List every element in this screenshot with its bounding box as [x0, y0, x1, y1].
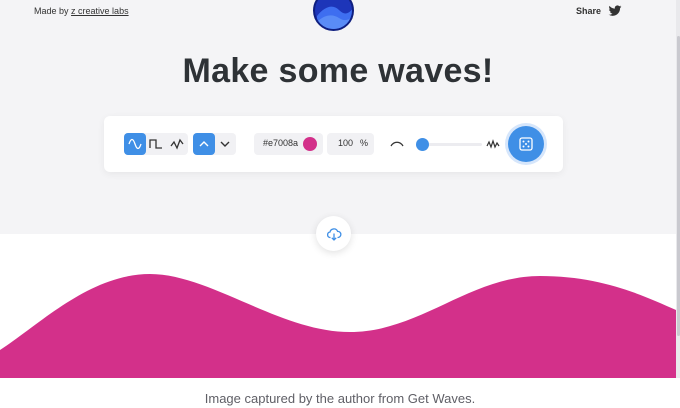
- wave-toolbar: #e7008a 100 %: [104, 116, 563, 172]
- opacity-unit: %: [360, 138, 369, 148]
- download-button[interactable]: [316, 216, 351, 251]
- color-hex-value: #e7008a: [263, 138, 299, 148]
- opacity-input[interactable]: 100 %: [327, 133, 374, 155]
- chevron-down-icon: [220, 141, 230, 147]
- wave-logo-icon: [317, 6, 352, 29]
- hero-section: Made by z creative labs Share Make some …: [0, 0, 676, 234]
- color-picker[interactable]: #e7008a: [254, 133, 323, 155]
- logo[interactable]: [313, 0, 354, 31]
- smooth-wave-icon: [390, 141, 404, 147]
- wave-shape: [0, 274, 676, 378]
- page: Made by z creative labs Share Make some …: [0, 0, 680, 408]
- sine-wave-icon: [128, 138, 142, 150]
- chevron-up-icon: [199, 141, 209, 147]
- wave-preview: [0, 274, 676, 378]
- square-wave-icon: [149, 139, 162, 149]
- twitter-icon[interactable]: [608, 4, 622, 18]
- wave-type-square-button[interactable]: [145, 133, 167, 155]
- direction-up-button[interactable]: [193, 133, 215, 155]
- complex-wave-icon: [486, 139, 500, 149]
- share-label[interactable]: Share: [576, 6, 601, 16]
- wave-type-triangle-button[interactable]: [166, 133, 188, 155]
- direction-down-button[interactable]: [214, 133, 236, 155]
- page-title: Make some waves!: [182, 52, 494, 90]
- color-swatch[interactable]: [303, 137, 317, 151]
- dice-icon: [519, 137, 533, 151]
- complexity-slider-thumb[interactable]: [416, 138, 429, 151]
- image-caption: Image captured by the author from Get Wa…: [204, 391, 476, 406]
- wave-type-sine-button[interactable]: [124, 133, 146, 155]
- made-by-link[interactable]: z creative labs: [71, 6, 129, 16]
- randomize-button[interactable]: [508, 126, 544, 162]
- cloud-download-icon: [326, 227, 341, 241]
- made-by-credit: Made by z creative labs: [34, 6, 129, 16]
- triangle-wave-icon: [170, 138, 184, 150]
- made-by-prefix: Made by: [34, 6, 69, 16]
- opacity-value: 100: [338, 138, 354, 148]
